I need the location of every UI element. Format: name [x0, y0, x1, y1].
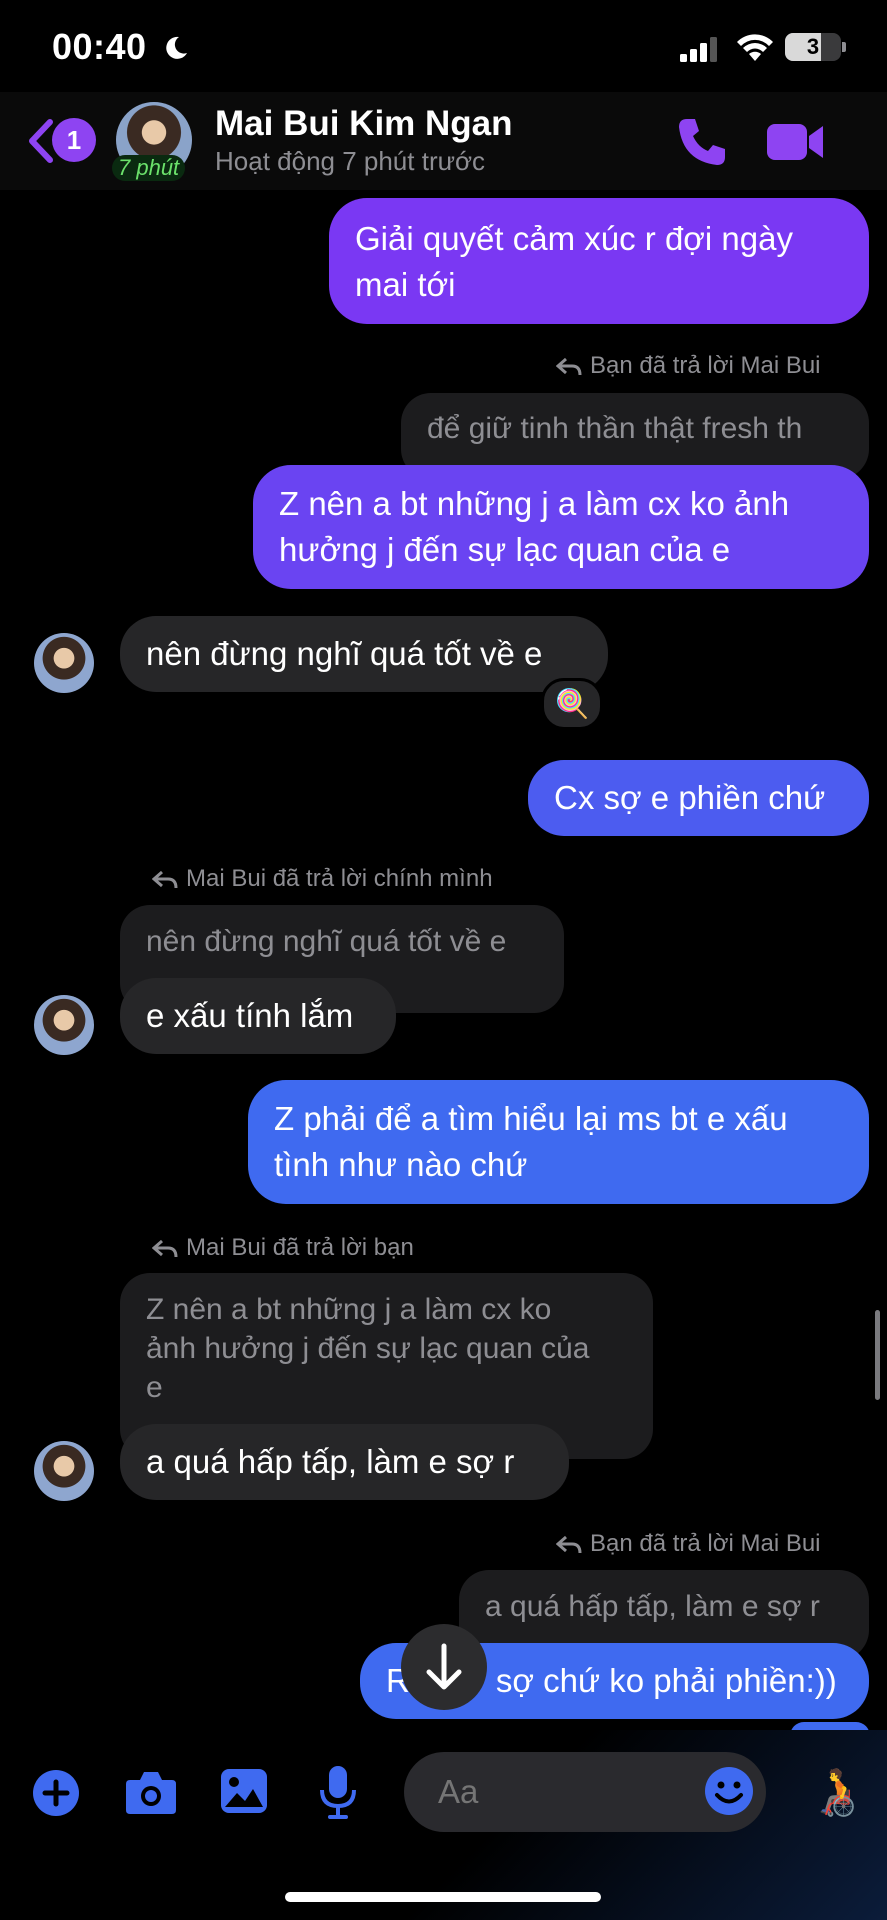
microphone-icon[interactable]	[318, 1764, 358, 1820]
message-bubble-outgoing[interactable]: Z nên a bt những j a làm cx ko ảnh hưởng…	[253, 465, 869, 589]
wifi-icon	[737, 34, 773, 61]
message-bubble-incoming[interactable]: a quá hấp tấp, làm e sợ r	[120, 1424, 569, 1500]
quoted-text: Z nên a bt những j a làm cx ko	[146, 1293, 552, 1326]
message-text: hưởng j đến sự lạc quan của e	[279, 531, 731, 568]
reply-indicator: Bạn đã trả lời Mai Bui	[555, 1530, 821, 1558]
battery-level: 3	[806, 34, 820, 59]
reply-indicator: Mai Bui đã trả lời bạn	[151, 1234, 414, 1262]
focus-moon-icon	[166, 36, 187, 59]
scroll-to-bottom-button[interactable]	[401, 1624, 487, 1710]
phone-icon[interactable]	[675, 115, 729, 169]
message-text: Z phải để a tìm hiểu lại ms bt e xấu	[274, 1100, 788, 1137]
scrollbar[interactable]	[875, 1310, 880, 1400]
reply-indicator-text: Mai Bui đã trả lời bạn	[186, 1234, 414, 1261]
reply-indicator: Mai Bui đã trả lời chính mình	[151, 865, 493, 893]
message-bubble-incoming[interactable]: e xấu tính lắm	[120, 978, 396, 1054]
back-chevron-icon[interactable]	[26, 118, 54, 164]
emoji-icon[interactable]	[704, 1766, 754, 1816]
active-time-badge: 7 phút	[112, 155, 186, 181]
message-text: sợ chứ ko phải phiền:))	[495, 1662, 837, 1699]
message-reaction[interactable]: 🍭	[541, 678, 603, 730]
video-camera-icon[interactable]	[765, 118, 825, 166]
message-text: tình như nào chứ	[274, 1146, 528, 1183]
cellular-signal-icon	[680, 37, 717, 62]
message-text: Giải quyết cảm xúc r đợi ngày	[355, 220, 793, 257]
battery-cap	[842, 42, 846, 52]
reply-indicator-text: Bạn đã trả lời Mai Bui	[590, 352, 821, 379]
quick-reaction-emoji-button[interactable]: 🧑‍🦽	[808, 1764, 865, 1819]
plus-icon[interactable]	[32, 1769, 80, 1817]
reply-indicator-text: Mai Bui đã trả lời chính mình	[186, 865, 493, 892]
message-bubble-incoming[interactable]: nên đừng nghĩ quá tốt về e	[120, 616, 608, 692]
message-text: mai tới	[355, 266, 456, 303]
battery-indicator: 3	[785, 33, 841, 61]
quoted-text: e	[146, 1371, 163, 1404]
message-bubble-outgoing[interactable]: Cx sợ e phiền chứ	[528, 760, 869, 836]
reply-arrow-icon	[151, 1239, 178, 1258]
arrow-down-icon	[426, 1643, 462, 1690]
message-text: Z nên a bt những j a làm cx ko ảnh	[279, 485, 790, 522]
contact-name[interactable]: Mai Bui Kim Ngan	[215, 104, 513, 144]
reply-indicator-text: Bạn đã trả lời Mai Bui	[590, 1530, 821, 1557]
contact-avatar-small[interactable]	[34, 633, 94, 693]
reply-arrow-icon	[151, 870, 178, 889]
message-bubble-outgoing[interactable]: Z phải để a tìm hiểu lại ms bt e xấu tìn…	[248, 1080, 869, 1204]
quoted-text: ảnh hưởng j đến sự lạc quan của	[146, 1332, 590, 1365]
message-input[interactable]	[436, 1772, 680, 1812]
reply-arrow-icon	[555, 1535, 582, 1554]
status-time: 00:40	[52, 26, 147, 67]
reply-indicator: Bạn đã trả lời Mai Bui	[555, 352, 821, 380]
contact-activity-status: Hoạt động 7 phút trước	[215, 146, 486, 176]
camera-icon[interactable]	[124, 1768, 178, 1816]
reply-arrow-icon	[555, 357, 582, 376]
unread-count-badge[interactable]: 1	[52, 118, 96, 162]
message-bubble-outgoing[interactable]: Giải quyết cảm xúc r đợi ngày mai tới	[329, 198, 869, 324]
home-indicator	[285, 1892, 601, 1902]
image-icon[interactable]	[219, 1767, 269, 1815]
contact-avatar-small[interactable]	[34, 995, 94, 1055]
contact-avatar-small[interactable]	[34, 1441, 94, 1501]
